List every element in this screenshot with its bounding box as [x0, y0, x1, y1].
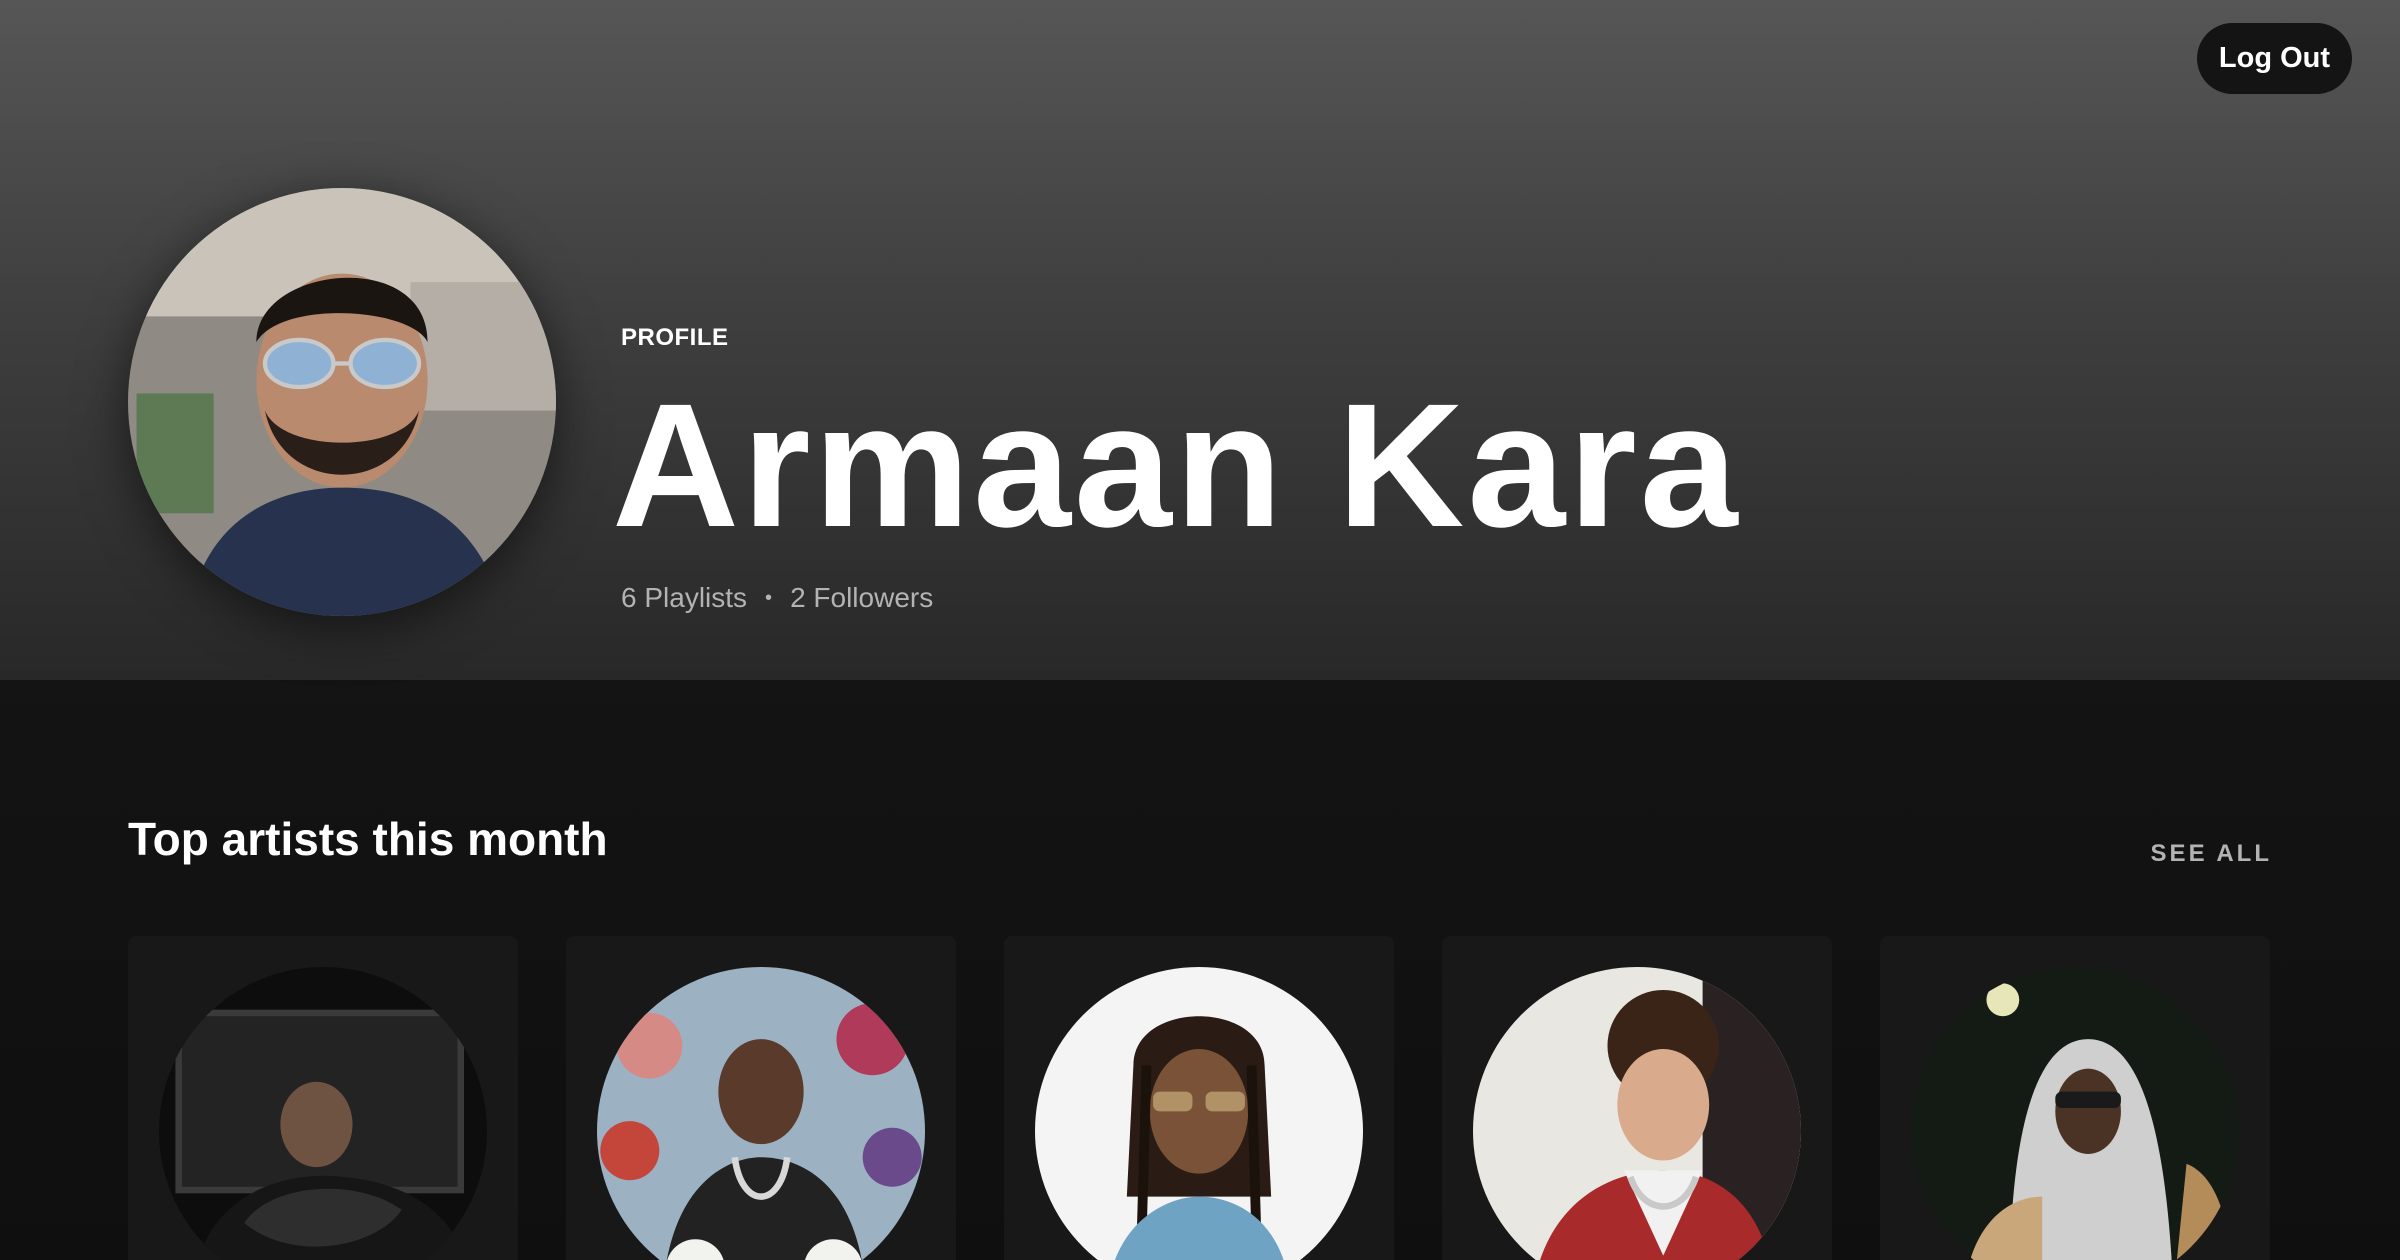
stats-separator: • — [765, 586, 773, 609]
artist-photo-image — [159, 967, 487, 1260]
artist-card[interactable] — [1004, 936, 1394, 1260]
followers-count[interactable]: 2 Followers — [790, 582, 933, 614]
profile-page: Log Out PROFILE Armaan Kara 6 Playlists … — [0, 0, 2400, 1260]
playlists-count[interactable]: 6 Playlists — [621, 582, 747, 614]
artist-photo — [597, 967, 925, 1260]
profile-avatar-image — [128, 188, 556, 616]
profile-type-label: PROFILE — [621, 324, 729, 351]
profile-avatar — [128, 188, 556, 616]
artist-photo — [1035, 967, 1363, 1260]
profile-stats: 6 Playlists • 2 Followers — [621, 582, 933, 614]
profile-header: Log Out PROFILE Armaan Kara 6 Playlists … — [0, 0, 2400, 680]
artist-photo — [1911, 967, 2239, 1260]
artist-photo — [1473, 967, 1801, 1260]
artist-photo — [159, 967, 487, 1260]
artist-card[interactable] — [1880, 936, 2270, 1260]
see-all-link[interactable]: SEE ALL — [2151, 840, 2272, 868]
artist-photo-image — [1473, 967, 1801, 1260]
artist-card[interactable] — [128, 936, 518, 1260]
artist-photo-image — [1911, 967, 2239, 1260]
top-artists-row — [128, 936, 2272, 1260]
top-artists-title: Top artists this month — [128, 813, 608, 865]
artist-card[interactable] — [1442, 936, 1832, 1260]
logout-button[interactable]: Log Out — [2197, 23, 2352, 94]
profile-user-name: Armaan Kara — [612, 368, 1741, 564]
artist-photo-image — [1035, 967, 1363, 1260]
artist-card[interactable] — [566, 936, 956, 1260]
artist-photo-image — [597, 967, 925, 1260]
